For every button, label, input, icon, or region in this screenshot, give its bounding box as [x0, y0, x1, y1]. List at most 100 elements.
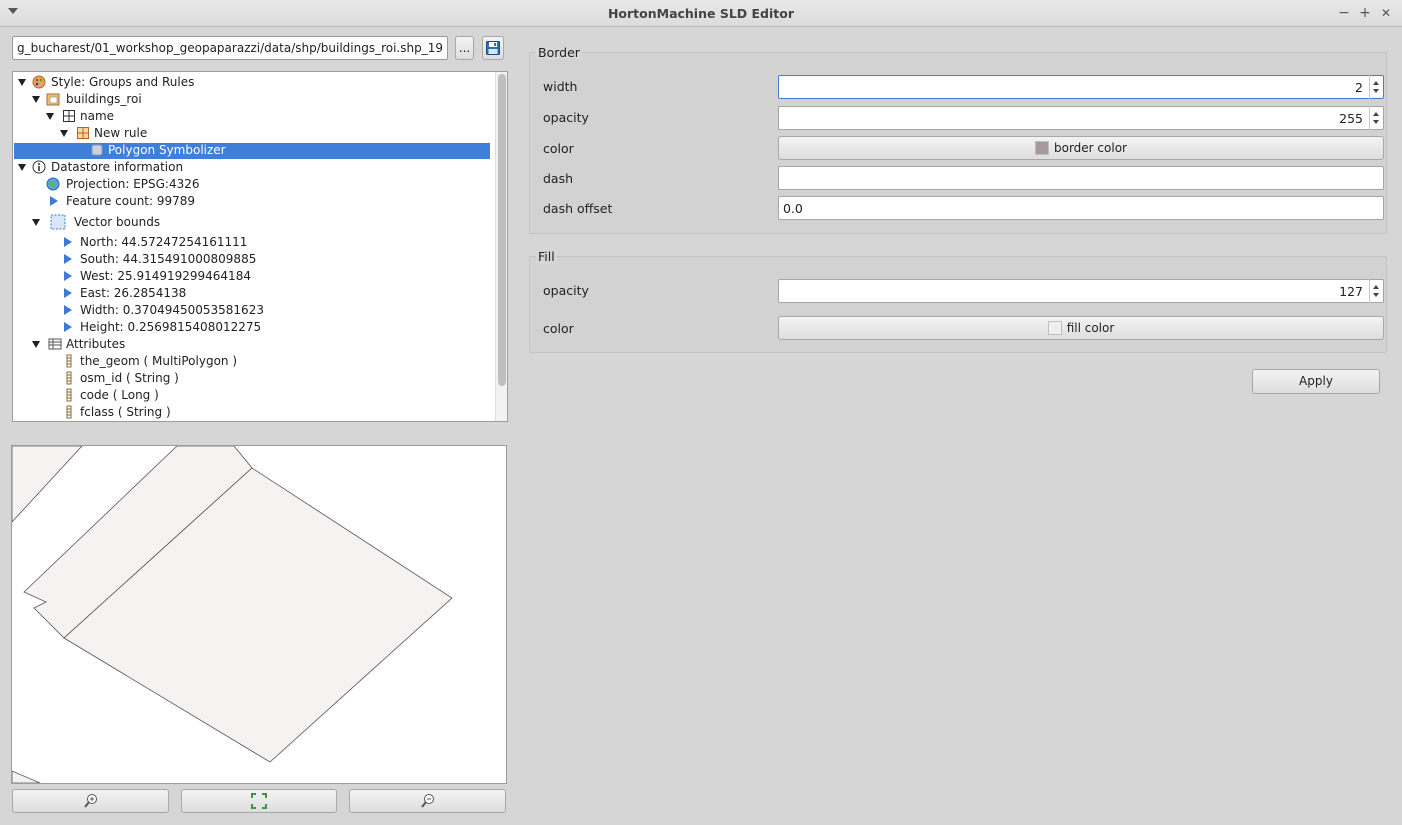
fill-color-swatch: [1047, 321, 1062, 335]
tree-label: code ( Long ): [80, 388, 159, 402]
border-dash-offset-label: dash offset: [543, 201, 613, 216]
arrow-right-icon: [50, 196, 58, 206]
tree-label: Style: Groups and Rules: [51, 75, 195, 89]
tree-label: buildings_roi: [66, 92, 142, 106]
expand-icon[interactable]: [18, 164, 26, 171]
arrow-right-icon: [64, 254, 72, 264]
border-dash-input[interactable]: [778, 166, 1384, 190]
maximize-button[interactable]: +: [1357, 4, 1373, 22]
zoom-out-button[interactable]: [349, 789, 506, 813]
fill-color-button[interactable]: fill color: [778, 316, 1384, 340]
tree-label: New rule: [94, 126, 148, 140]
expand-icon[interactable]: [60, 130, 68, 137]
expand-icon[interactable]: [18, 79, 26, 86]
border-color-label: color: [543, 141, 574, 156]
fill-opacity-label: opacity: [543, 283, 589, 298]
tree-selection-highlight: [14, 143, 490, 159]
border-width-label: width: [543, 79, 578, 94]
spin-down-icon[interactable]: [1373, 120, 1379, 124]
tree-label: Vector bounds: [74, 215, 161, 229]
spin-down-icon[interactable]: [1373, 293, 1379, 297]
border-width-input[interactable]: [778, 75, 1384, 99]
window-title: HortonMachine SLD Editor: [607, 6, 795, 21]
tree-label: Height: 0.2569815408012275: [80, 320, 262, 334]
spin-down-icon[interactable]: [1373, 89, 1379, 93]
border-dash-offset-input[interactable]: [778, 196, 1384, 220]
attribute-icon: [66, 354, 72, 368]
building-polygon: [12, 770, 41, 783]
fill-color-button-label: fill color: [1066, 321, 1115, 335]
expand-icon[interactable]: [32, 219, 40, 226]
fill-color-label: color: [543, 321, 574, 336]
tree-label: Width: 0.37049450053581623: [80, 303, 264, 317]
arrow-right-icon: [64, 288, 72, 298]
tree-label: Datastore information: [51, 160, 184, 174]
border-opacity-stepper[interactable]: [1369, 106, 1383, 130]
table-icon: [48, 338, 62, 350]
tree-label: osm_id ( String ): [80, 371, 179, 385]
tree-label: Projection: EPSG:4326: [66, 177, 200, 191]
folder-table-icon: [46, 93, 60, 106]
zoom-out-icon: [420, 794, 434, 808]
tree-label: North: 44.57247254161111: [80, 235, 248, 249]
expand-icon[interactable]: [32, 341, 40, 348]
spin-up-icon[interactable]: [1373, 285, 1379, 289]
border-color-button-label: border color: [1054, 141, 1127, 155]
arrow-right-icon: [64, 237, 72, 247]
border-dash-label: dash: [543, 171, 574, 186]
preview-canvas: [12, 446, 453, 783]
tree-label: name: [80, 109, 115, 123]
save-icon: [486, 41, 500, 55]
tree-label: Attributes: [66, 337, 126, 351]
border-group-title: Border: [536, 45, 582, 60]
fill-group-title: Fill: [536, 249, 557, 264]
palette-icon: [32, 75, 46, 89]
tree-scrollbar[interactable]: [495, 72, 507, 421]
browse-button[interactable]: ...: [455, 36, 474, 60]
polygon-symbolizer-icon: [91, 144, 103, 156]
tree-label: East: 26.2854138: [80, 286, 187, 300]
zoom-in-button[interactable]: [12, 789, 169, 813]
apply-button[interactable]: Apply: [1252, 369, 1380, 394]
arrow-right-icon: [64, 322, 72, 332]
attribute-icon: [66, 388, 72, 402]
spin-up-icon[interactable]: [1373, 81, 1379, 85]
expand-icon[interactable]: [46, 113, 54, 120]
spin-up-icon[interactable]: [1373, 112, 1379, 116]
fill-opacity-input[interactable]: [778, 279, 1384, 303]
building-polygon: [12, 446, 83, 523]
globe-icon: [46, 177, 60, 191]
border-color-button[interactable]: border color: [778, 136, 1384, 160]
save-button[interactable]: [482, 36, 504, 60]
close-button[interactable]: ✕: [1378, 4, 1394, 22]
attribute-icon: [66, 405, 72, 419]
attribute-icon: [66, 371, 72, 385]
border-width-stepper[interactable]: [1369, 75, 1383, 99]
tree-label: Polygon Symbolizer: [108, 143, 226, 157]
tree-label: the_geom ( MultiPolygon ): [80, 354, 238, 368]
expand-icon[interactable]: [32, 96, 40, 103]
fill-opacity-stepper[interactable]: [1369, 279, 1383, 303]
border-opacity-input[interactable]: [778, 106, 1384, 130]
tree-label: fclass ( String ): [80, 405, 171, 419]
border-color-swatch: [1035, 141, 1049, 155]
tree-label: West: 25.914919299464184: [80, 269, 251, 283]
minimize-button[interactable]: −: [1336, 4, 1352, 22]
arrow-right-icon: [64, 271, 72, 281]
map-preview[interactable]: [11, 445, 507, 784]
zoom-in-icon: [83, 794, 97, 808]
style-tree[interactable]: Style: Groups and Rules buildings_roi na…: [12, 71, 508, 422]
file-path-input[interactable]: [12, 36, 448, 60]
tree-label: Feature count: 99789: [66, 194, 196, 208]
info-icon: [32, 160, 46, 174]
bounds-icon: [50, 214, 66, 230]
grid-icon: [63, 110, 75, 122]
scrollbar-thumb[interactable]: [498, 74, 506, 386]
border-opacity-label: opacity: [543, 110, 589, 125]
title-bar: HortonMachine SLD Editor − + ✕: [0, 0, 1402, 27]
rule-grid-icon: [77, 127, 89, 139]
zoom-extent-icon: [251, 793, 267, 809]
zoom-extent-button[interactable]: [181, 789, 337, 813]
arrow-right-icon: [64, 305, 72, 315]
tree-label: South: 44.315491000809885: [80, 252, 257, 266]
